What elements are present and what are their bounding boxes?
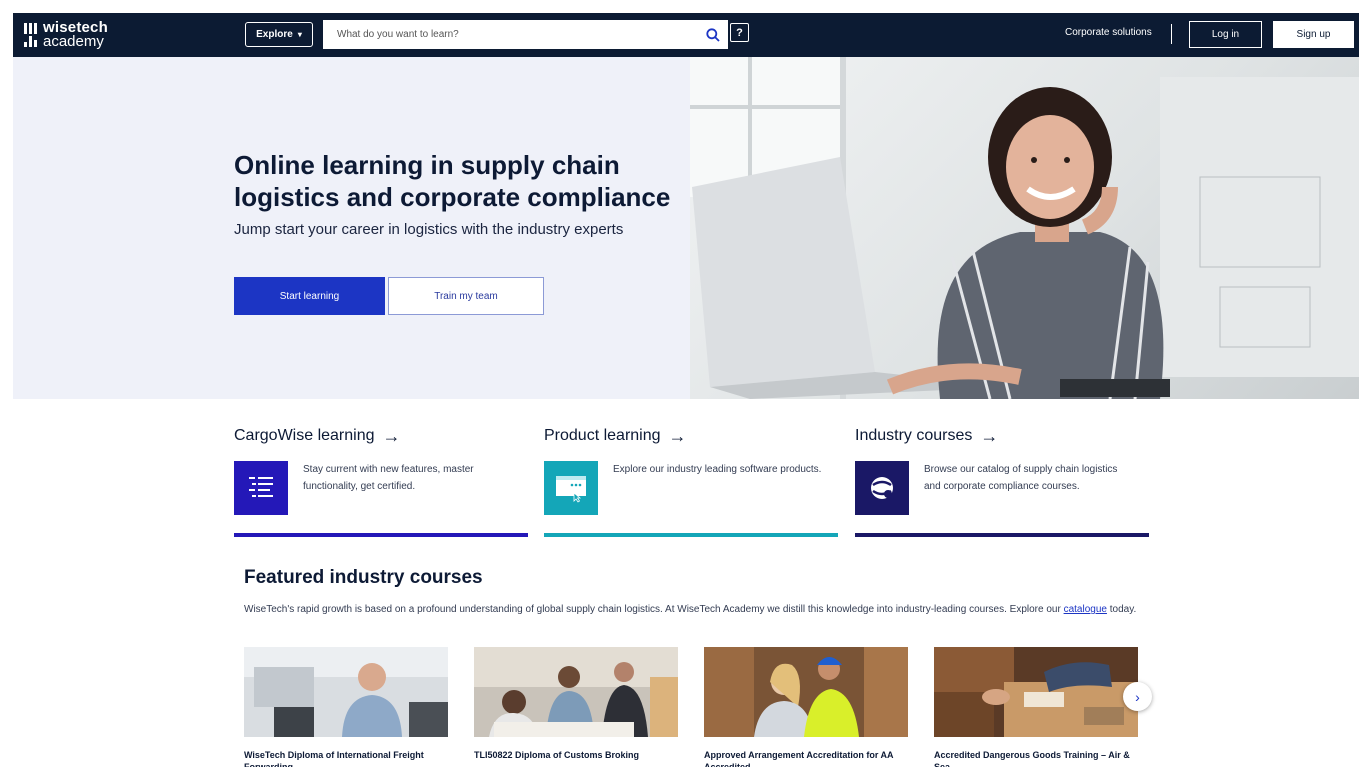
explore-label: Explore — [256, 29, 293, 40]
course-image — [244, 647, 448, 737]
course-image — [934, 647, 1138, 737]
hero-section: Online learning in supply chain logistic… — [13, 57, 1359, 399]
brand-sub: academy — [43, 33, 104, 50]
category-description: Stay current with new features, master f… — [303, 464, 474, 492]
category-underline — [234, 533, 528, 537]
category-product[interactable]: Product learning → Explore our industry … — [544, 425, 838, 537]
category-description: Explore our industry leading software pr… — [613, 464, 822, 475]
category-title[interactable]: Product learning — [544, 427, 661, 445]
course-card[interactable]: Accredited Dangerous Goods Training – Ai… — [934, 647, 1138, 767]
category-underline — [855, 533, 1149, 537]
signup-button[interactable]: Sign up — [1273, 21, 1354, 48]
category-description: Browse our catalog of supply chain logis… — [924, 464, 1118, 492]
featured-description-end: today. — [1106, 604, 1137, 615]
hero-title: Online learning in supply chain logistic… — [234, 150, 671, 212]
hero-image — [690, 57, 1359, 399]
category-underline — [544, 533, 838, 537]
course-title[interactable]: Approved Arrangement Accreditation for A… — [704, 749, 908, 767]
category-industry[interactable]: Industry courses → Browse our catalog of… — [855, 425, 1149, 537]
course-card[interactable]: Approved Arrangement Accreditation for A… — [704, 647, 908, 767]
train-my-team-button[interactable]: Train my team — [388, 277, 544, 315]
course-title[interactable]: WiseTech Diploma of International Freigh… — [244, 749, 448, 767]
chevron-down-icon: ▾ — [297, 30, 302, 39]
featured-description-text: WiseTech's rapid growth is based on a pr… — [244, 604, 1064, 615]
login-button[interactable]: Log in — [1189, 21, 1262, 48]
top-nav: wisetech academy Explore ▾ ? Corporate s… — [13, 13, 1359, 57]
brand-logo[interactable]: wisetech academy — [24, 20, 108, 50]
course-card[interactable]: WiseTech Diploma of International Freigh… — [244, 647, 448, 767]
globe-icon — [855, 461, 909, 515]
catalogue-link[interactable]: catalogue — [1064, 604, 1107, 615]
arrow-right-icon: → — [668, 425, 687, 446]
featured-description: WiseTech's rapid growth is based on a pr… — [244, 601, 1144, 618]
search-input[interactable] — [323, 20, 698, 49]
course-image — [474, 647, 678, 737]
course-card[interactable]: TLI50822 Diploma of Customs Broking — [474, 647, 678, 761]
category-cargowise[interactable]: CargoWise learning → Stay current with n… — [234, 425, 528, 537]
search-bar — [323, 20, 728, 49]
arrow-right-icon: → — [382, 425, 401, 446]
category-title[interactable]: Industry courses — [855, 427, 972, 445]
hero-subtitle: Jump start your career in logistics with… — [234, 221, 624, 238]
nav-divider — [1171, 24, 1172, 44]
screen-icon — [544, 461, 598, 515]
featured-title: Featured industry courses — [244, 567, 483, 588]
category-title[interactable]: CargoWise learning — [234, 427, 375, 445]
course-title[interactable]: Accredited Dangerous Goods Training – Ai… — [934, 749, 1138, 767]
explore-button[interactable]: Explore ▾ — [245, 22, 313, 47]
carousel-next-button[interactable]: › — [1123, 682, 1152, 711]
corporate-solutions-link[interactable]: Corporate solutions — [1065, 27, 1152, 38]
help-icon[interactable]: ? — [730, 23, 749, 42]
course-image — [704, 647, 908, 737]
search-icon[interactable] — [698, 20, 728, 49]
logo-mark-icon — [24, 23, 37, 47]
course-title[interactable]: TLI50822 Diploma of Customs Broking — [474, 749, 678, 761]
list-icon — [234, 461, 288, 515]
arrow-right-icon: → — [980, 425, 999, 446]
start-learning-button[interactable]: Start learning — [234, 277, 385, 315]
